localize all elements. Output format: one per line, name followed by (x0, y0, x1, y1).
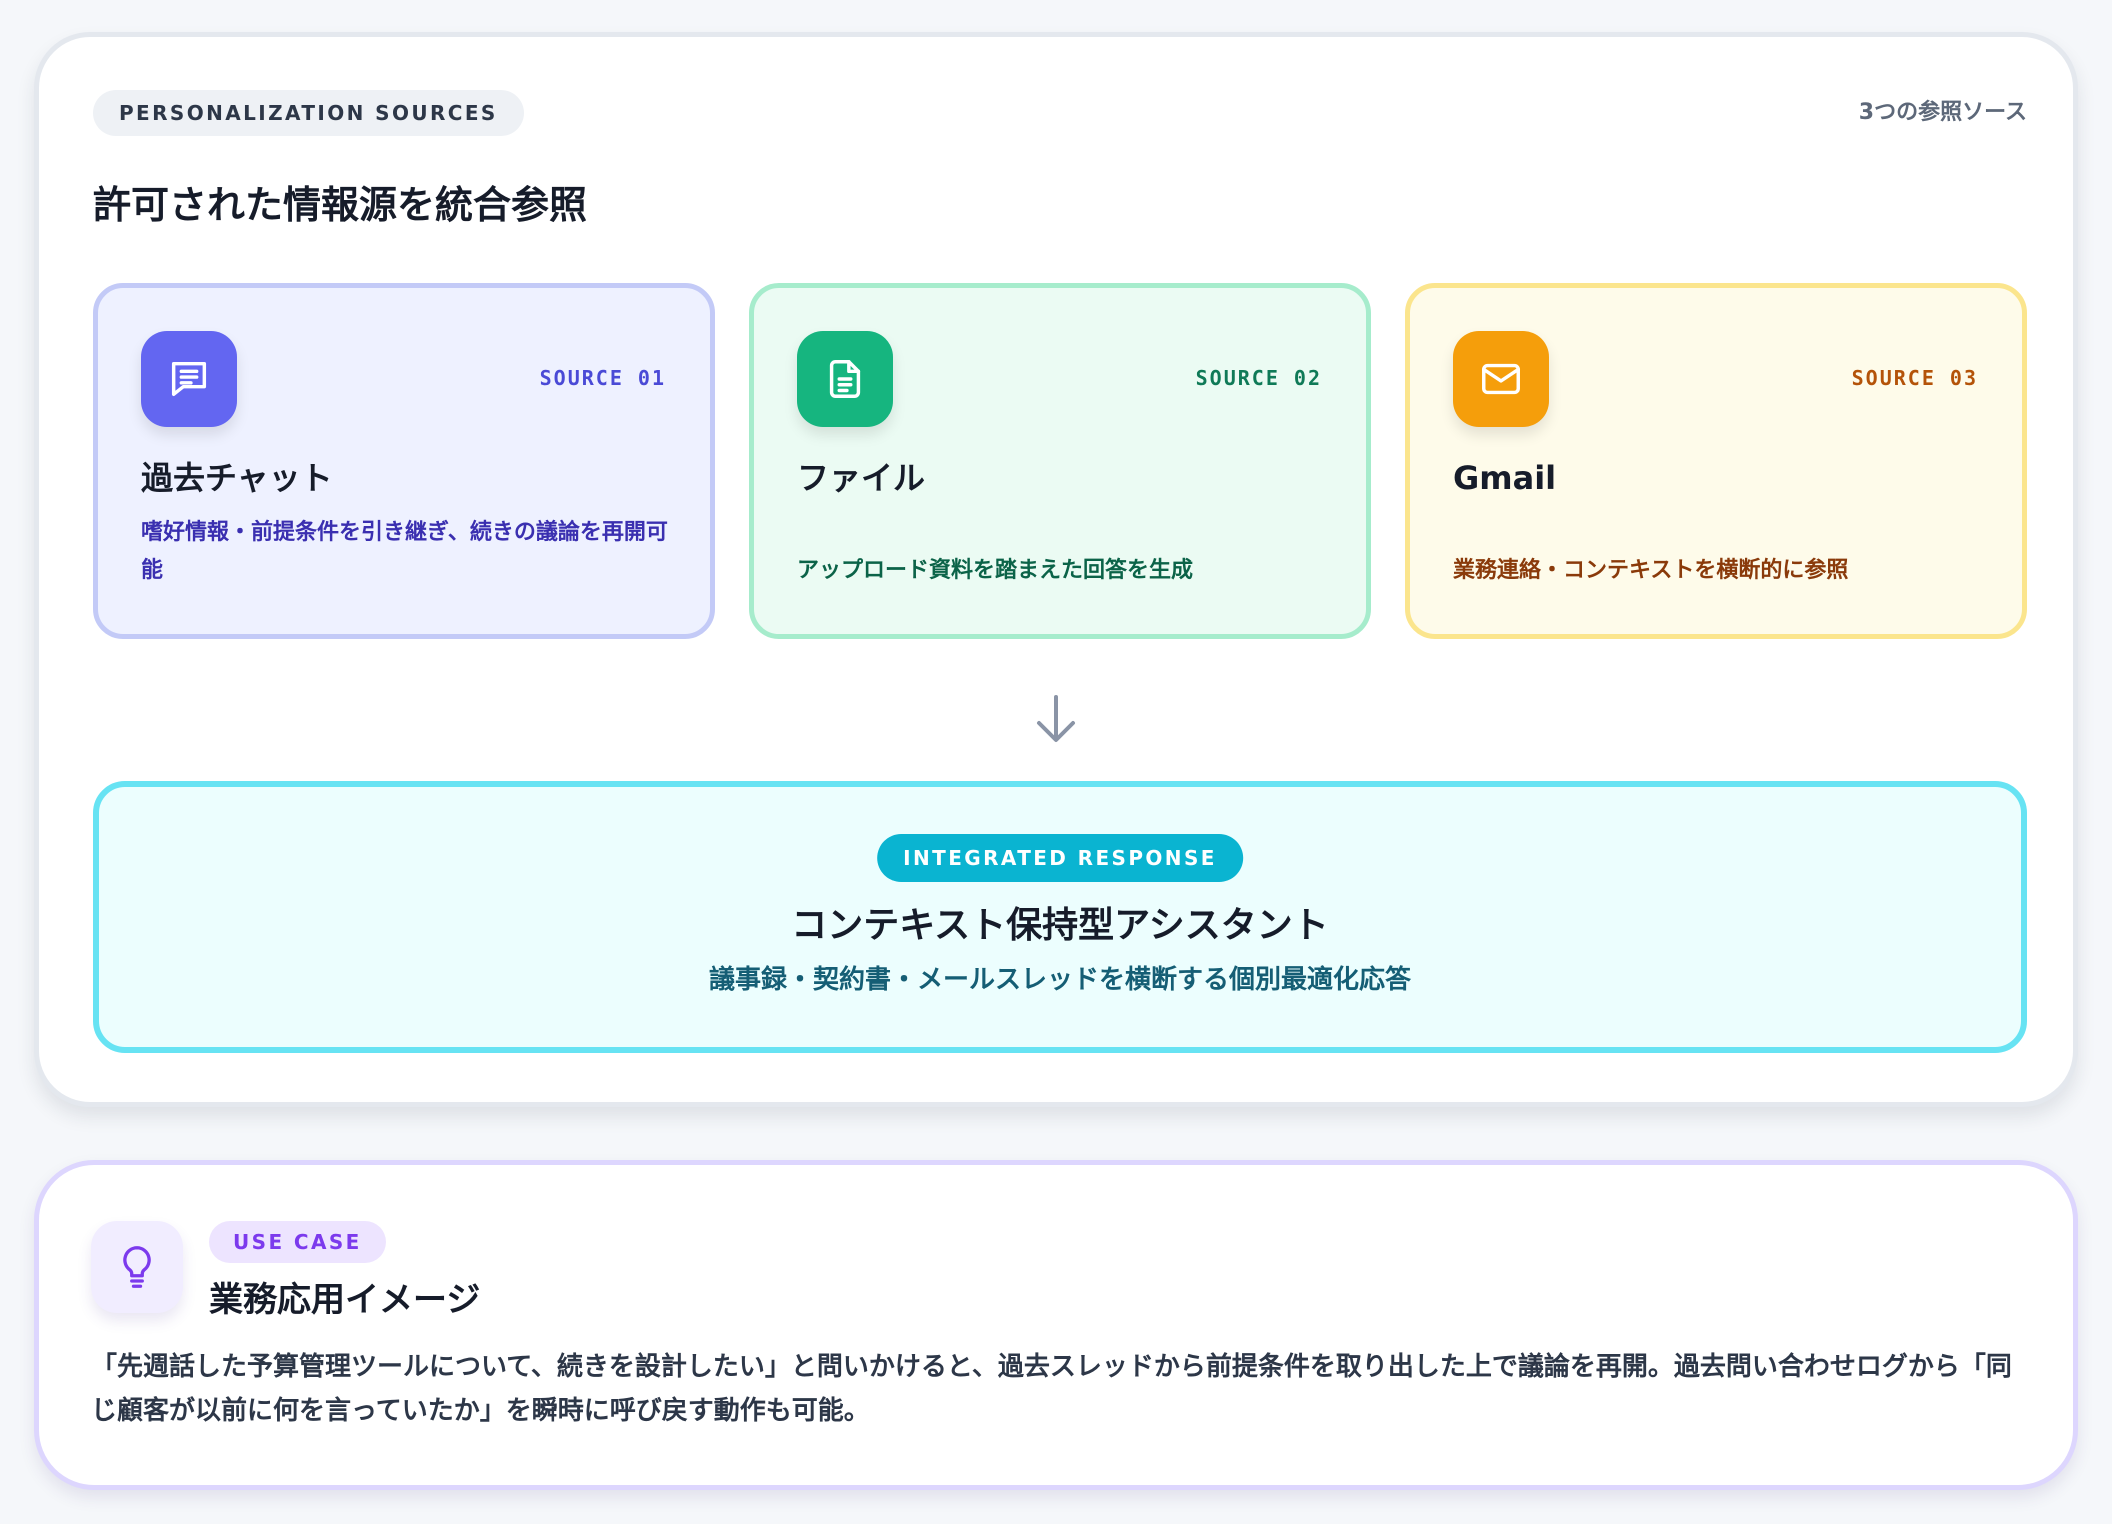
source-description: 嗜好情報・前提条件を引き継ぎ、続きの議論を再開可能 (141, 520, 668, 583)
personalization-sources-card: PERSONALIZATION SOURCES 3つの参照ソース 許可された情報… (34, 32, 2078, 1107)
source-count-label: 3つの参照ソース (1858, 100, 2027, 125)
file-icon (797, 331, 893, 427)
source-tag: SOURCE 02 (1195, 366, 1322, 390)
use-case-title: 業務応用イメージ (209, 1280, 481, 1320)
source-card-gmail[interactable]: SOURCE 03 Gmail 業務連絡・コンテキストを横断的に参照 (1405, 283, 2027, 639)
mail-icon (1453, 331, 1549, 427)
source-card-file[interactable]: SOURCE 02 ファイル アップロード資料を踏まえた回答を生成 (749, 283, 1371, 639)
use-case-badge: USE CASE (209, 1221, 386, 1263)
source-description: 業務連絡・コンテキストを横断的に参照 (1453, 558, 1849, 583)
integrated-title: コンテキスト保持型アシスタント (791, 905, 1329, 946)
use-case-card: USE CASE 業務応用イメージ 「先週話した予算管理ツールについて、続きを設… (34, 1160, 2078, 1490)
section-eyebrow-badge: PERSONALIZATION SOURCES (93, 90, 524, 136)
page-title: 許可された情報源を統合参照 (93, 183, 588, 227)
chat-icon (141, 331, 237, 427)
arrow-down-icon (1033, 693, 1079, 747)
source-tag: SOURCE 03 (1851, 366, 1978, 390)
use-case-body: 「先週話した予算管理ツールについて、続きを設計したい」と問いかけると、過去スレッ… (91, 1352, 2012, 1426)
source-title: Gmail (1453, 459, 1557, 497)
integrated-response-panel: INTEGRATED RESPONSE コンテキスト保持型アシスタント 議事録・… (93, 781, 2027, 1053)
lightbulb-icon (91, 1221, 183, 1313)
source-card-chat[interactable]: SOURCE 01 過去チャット 嗜好情報・前提条件を引き継ぎ、続きの議論を再開… (93, 283, 715, 639)
source-description: アップロード資料を踏まえた回答を生成 (797, 558, 1194, 583)
integrated-response-badge: INTEGRATED RESPONSE (877, 834, 1243, 882)
source-tag: SOURCE 01 (539, 366, 666, 390)
source-title: 過去チャット (141, 459, 333, 497)
integrated-subtitle: 議事録・契約書・メールスレッドを横断する個別最適化応答 (708, 965, 1411, 995)
source-title: ファイル (797, 459, 926, 497)
